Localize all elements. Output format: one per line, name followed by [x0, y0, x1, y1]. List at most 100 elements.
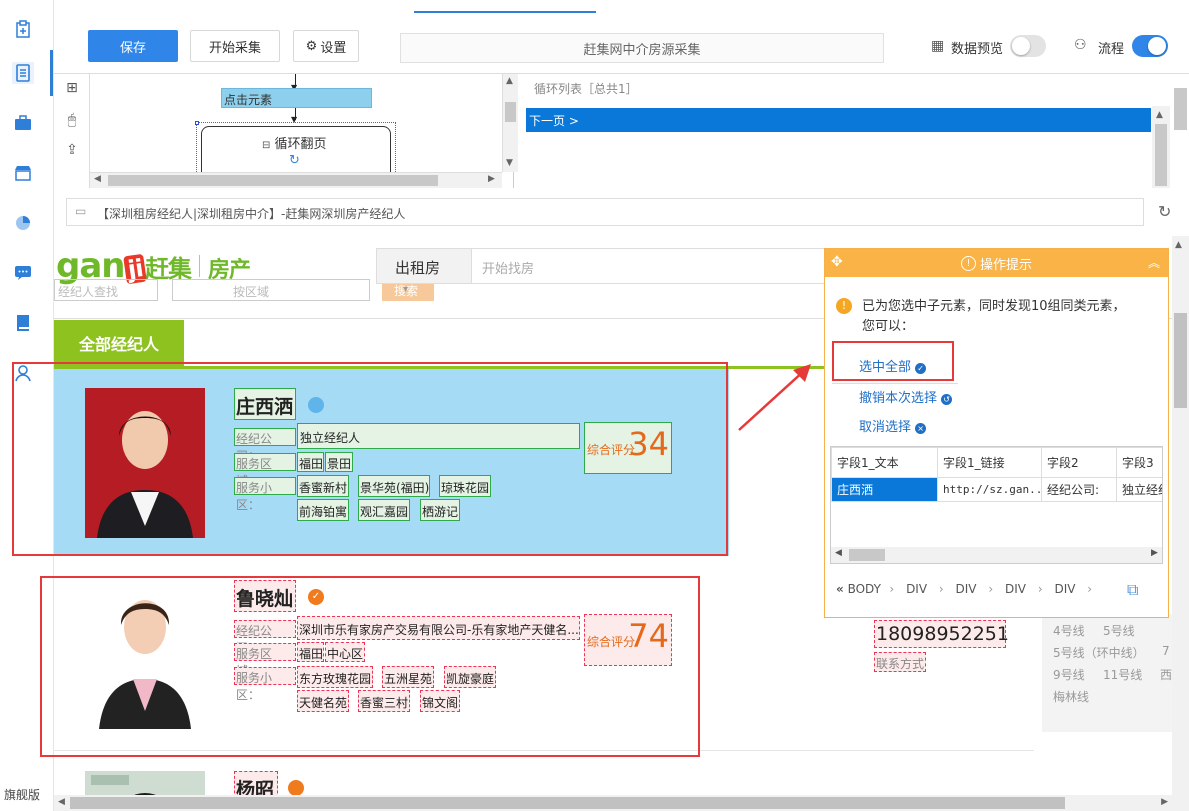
verified-badge-icon — [288, 780, 304, 796]
browser-address-bar[interactable]: ▭ 【深圳租房经纪人|深圳租房中介】-赶集网深圳房产经纪人 — [66, 198, 1144, 226]
agent-phone-2[interactable]: 18098952251 — [874, 620, 1009, 648]
collapse-icon[interactable]: ︽ — [1148, 254, 1160, 271]
flow-icon: ⚇ — [1074, 37, 1087, 53]
close-icon: × — [915, 423, 927, 434]
metro-line[interactable]: 4号线 — [1053, 622, 1085, 639]
settings-button[interactable]: ⚙ 设置 — [293, 30, 359, 62]
annotation-box-2 — [40, 576, 700, 757]
task-document-icon[interactable] — [12, 62, 34, 84]
metro-line[interactable]: 5号线 — [1103, 622, 1135, 639]
workflow-canvas: ▼ 点击元素 ▼ ⊟ 循环翻页 ↻ — [90, 74, 502, 172]
table-cell[interactable]: 庄西洒 — [831, 477, 938, 502]
table-cell[interactable]: 独立经纪 — [1116, 477, 1162, 502]
refresh-icon: ↻ — [289, 153, 300, 168]
breadcrumb-item[interactable]: DIV — [956, 582, 977, 596]
ghost-agent-search: 经纪人查找 — [54, 279, 158, 301]
table-horizontal-scrollbar[interactable]: ◀ ▶ — [831, 547, 1162, 563]
breadcrumb-sep-icon: › — [1087, 582, 1093, 596]
preview-table: 字段1_文本 字段1_链接 字段2 字段3 庄西洒 http://sz.gan.… — [830, 446, 1163, 564]
breadcrumb-item[interactable]: DIV — [906, 582, 927, 596]
flow-toggle[interactable] — [1132, 35, 1168, 57]
edition-label: 旗舰版 — [4, 788, 41, 802]
settings-label: 设置 — [320, 40, 347, 56]
book-icon[interactable] — [12, 312, 34, 334]
move-icon[interactable]: ✥ — [831, 254, 843, 270]
save-button[interactable]: 保存 — [88, 30, 178, 62]
loop-list-item[interactable]: 下一页 > — [526, 108, 1151, 132]
clipboard-add-icon[interactable] — [12, 18, 34, 40]
select-all-link[interactable]: 选中全部 ✓ — [859, 356, 927, 375]
info-icon: ! — [960, 255, 976, 271]
column-header[interactable]: 字段2 — [1041, 447, 1117, 478]
metro-lines-panel: 4号线 5号线 5号线（环中线） 7 9号线 11号线 西 梅林线 — [1042, 614, 1172, 732]
page-vertical-scroll-thumb[interactable] — [1174, 313, 1187, 408]
ghost-area-search: 按区域 — [172, 279, 370, 301]
search-input[interactable]: 开始找房 — [472, 248, 832, 284]
gear-icon: ⚙ — [305, 38, 318, 54]
start-collect-button[interactable]: 开始采集 — [190, 30, 280, 62]
table-cell[interactable]: 经纪公司: — [1041, 477, 1117, 502]
address-text: 【深圳租房经纪人|深圳租房中介】-赶集网深圳房产经纪人 — [97, 207, 406, 221]
node-click-element[interactable]: 点击元素 — [221, 88, 372, 108]
task-name-field[interactable]: 赶集网中介房源采集 — [400, 33, 884, 63]
breadcrumb-item[interactable]: DIV — [1054, 582, 1075, 596]
annotation-arrow-icon — [738, 364, 811, 431]
page-icon: ▭ — [75, 204, 87, 218]
page-horizontal-scroll-thumb[interactable] — [70, 797, 1065, 809]
breadcrumb-sep-icon: › — [938, 582, 944, 596]
agent-contact-2[interactable]: 联系方式 — [874, 652, 926, 672]
breadcrumb-sep-icon: › — [988, 582, 994, 596]
data-preview-toggle[interactable] — [1010, 35, 1046, 57]
flow-label: 流程 — [1098, 42, 1125, 57]
popup-header[interactable]: ✥ ! 操作提示 ︽ — [825, 249, 1168, 277]
table-cell[interactable]: http://sz.gan... — [937, 477, 1042, 502]
column-header[interactable]: 字段3 — [1116, 447, 1162, 478]
cancel-selection-link[interactable]: 取消选择 × — [859, 416, 927, 435]
workflow-vertical-scrollbar[interactable]: ▲ ▼ — [502, 74, 518, 172]
workflow-tools: ⊞ 🖱 ⇪ — [54, 74, 90, 188]
column-header[interactable]: 字段1_文本 — [831, 447, 938, 478]
chat-icon[interactable] — [12, 262, 34, 284]
popup-title: 操作提示 — [979, 257, 1032, 273]
element-breadcrumb: « BODY › DIV › DIV › DIV › DIV › — [836, 582, 1092, 596]
rail-selection-bar — [50, 50, 53, 96]
reload-icon[interactable]: ↻ — [1158, 202, 1171, 221]
loop-page-label: 循环翻页 — [274, 137, 327, 152]
table-row[interactable]: 庄西洒 http://sz.gan... 经纪公司: 独立经纪 — [831, 477, 1162, 502]
chevron-down-icon: ▾ — [403, 284, 409, 295]
mouse-icon[interactable]: 🖱 — [62, 112, 82, 132]
loop-outer-scroll-thumb[interactable] — [1174, 88, 1187, 130]
loop-list-scrollbar[interactable]: ▲ — [1152, 106, 1170, 188]
tab-all-agents[interactable]: 全部经纪人 — [54, 320, 184, 366]
warning-icon: ! — [836, 298, 852, 314]
active-tab-indicator — [414, 11, 596, 13]
metro-line[interactable]: 梅林线 — [1053, 688, 1089, 705]
column-header[interactable]: 字段1_链接 — [937, 447, 1042, 478]
node-loop-page[interactable]: ⊟ 循环翻页 ↻ — [201, 126, 391, 172]
workflow-horizontal-scrollbar[interactable]: ◀ ▶ — [90, 172, 502, 188]
undo-selection-link[interactable]: 撤销本次选择 ↺ — [859, 387, 953, 406]
loop-list-title: 循环列表［总共1］ — [534, 82, 638, 96]
breadcrumb-item[interactable]: BODY — [848, 582, 881, 596]
metro-line[interactable]: 5号线（环中线） — [1053, 644, 1145, 661]
store-icon[interactable] — [12, 162, 34, 184]
breadcrumb-item[interactable]: DIV — [1005, 582, 1026, 596]
share-icon[interactable]: ⇪ — [62, 142, 82, 162]
breadcrumb-sep-icon: › — [889, 582, 895, 596]
breadcrumb-sep-icon: › — [1037, 582, 1043, 596]
undo-icon: ↺ — [941, 394, 953, 405]
metro-line[interactable]: 7 — [1162, 644, 1170, 658]
metro-line[interactable]: 西 — [1160, 666, 1172, 683]
annotation-box-1 — [12, 362, 728, 556]
add-step-icon[interactable]: ⊞ — [62, 80, 82, 100]
table-icon: ▦ — [931, 38, 945, 54]
pie-chart-icon[interactable] — [12, 212, 34, 234]
breadcrumb-back-icon[interactable]: « — [836, 582, 844, 596]
data-preview-label: 数据预览 — [951, 42, 1004, 57]
metro-line[interactable]: 9号线 — [1053, 666, 1085, 683]
metro-line[interactable]: 11号线 — [1103, 666, 1142, 683]
briefcase-icon[interactable] — [12, 112, 34, 134]
search-type-select[interactable]: 出租房▾ — [376, 248, 472, 295]
external-link-icon[interactable]: ⧉ — [1127, 580, 1138, 600]
check-icon: ✓ — [915, 363, 927, 374]
